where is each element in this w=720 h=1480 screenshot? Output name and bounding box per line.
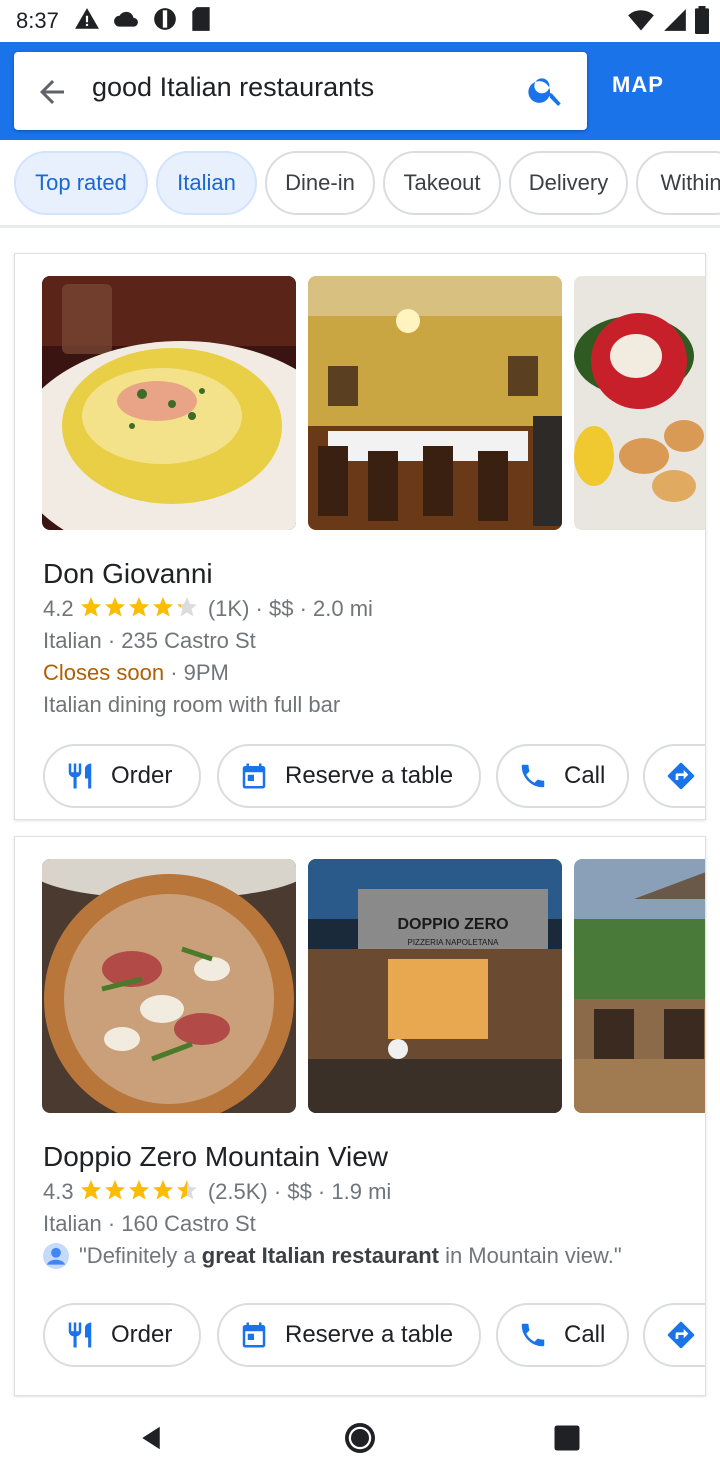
directions-button[interactable] — [643, 744, 705, 808]
search-icon[interactable] — [526, 70, 566, 110]
rating-line: 4.3 (2.5K) · $$ · 1.9 mi — [43, 1179, 392, 1204]
reviewer-avatar-icon — [43, 1243, 69, 1269]
cloud-icon — [114, 11, 138, 27]
open-status: Closes soon — [43, 660, 165, 685]
directions-icon — [667, 762, 695, 790]
order-button[interactable]: Order — [43, 744, 201, 808]
order-label: Order — [111, 1321, 173, 1348]
wifi-icon — [628, 10, 654, 31]
description: Italian dining room with full bar — [43, 692, 341, 717]
chip-takeout[interactable]: Takeout — [383, 151, 501, 215]
directions-button[interactable] — [643, 1303, 705, 1367]
call-label: Call — [564, 1321, 606, 1348]
order-label: Order — [111, 762, 173, 789]
distance: 1.9 mi — [331, 1179, 392, 1204]
phone-icon — [521, 764, 545, 788]
star-rating-icon — [80, 597, 197, 617]
restaurant-name[interactable]: Don Giovanni — [43, 558, 213, 590]
nav-home-icon[interactable] — [342, 1420, 378, 1456]
lens-app-icon — [154, 8, 176, 30]
closing-time: 9PM — [183, 660, 229, 685]
reserve-label: Reserve a table — [285, 1321, 454, 1348]
sd-card-icon — [192, 7, 210, 31]
address: 235 Castro St — [121, 628, 256, 653]
chip-italian[interactable]: Italian — [156, 151, 257, 215]
order-button[interactable]: Order — [43, 1303, 201, 1367]
rating-value: 4.3 — [43, 1179, 74, 1204]
review-count: (1K) — [207, 596, 250, 621]
directions-icon — [667, 1321, 695, 1349]
category: Italian — [43, 628, 102, 653]
calendar-icon — [242, 1322, 266, 1348]
rating-value: 4.2 — [43, 596, 74, 621]
calendar-icon — [242, 763, 266, 789]
address: 160 Castro St — [121, 1211, 256, 1236]
restaurant-name[interactable]: Doppio Zero Mountain View — [43, 1141, 388, 1173]
photo-calamari[interactable] — [574, 276, 705, 530]
photo-storefront[interactable]: DOPPIO ZERO PIZZERIA NAPOLETANA — [308, 859, 562, 1113]
category-line: Italian · 160 Castro St — [43, 1211, 256, 1236]
photo-ravioli[interactable] — [42, 276, 296, 530]
alert-icon — [75, 8, 99, 29]
nav-recents-icon[interactable] — [552, 1422, 582, 1454]
system-nav-bar — [0, 1398, 720, 1480]
search-header: good Italian restaurants MAP — [0, 42, 720, 140]
photo-patio[interactable] — [574, 859, 705, 1113]
review-text-bold: great Italian restaurant — [201, 1243, 439, 1268]
chip-dine-in[interactable]: Dine-in — [265, 151, 375, 215]
filter-chips: Top rated Italian Dine-in Takeout Delive… — [0, 140, 720, 228]
chip-delivery[interactable]: Delivery — [509, 151, 628, 215]
price-level: $$ — [287, 1179, 312, 1204]
chip-within[interactable]: Within — [636, 151, 720, 215]
call-label: Call — [564, 762, 606, 789]
reserve-table-button[interactable]: Reserve a table — [217, 744, 481, 808]
phone-icon — [521, 1323, 545, 1347]
photo-dining-room[interactable] — [308, 276, 562, 530]
reserve-table-button[interactable]: Reserve a table — [217, 1303, 481, 1367]
rating-line: 4.2 (1K) · $$ · 2.0 mi — [43, 596, 373, 621]
price-level: $$ — [268, 596, 294, 621]
storefront-sign: DOPPIO ZERO — [397, 916, 508, 933]
review-snippet: "Definitely a great Italian restaurant i… — [43, 1243, 622, 1269]
restaurant-card[interactable]: Don Giovanni 4.2 (1K) · $$ · 2.0 mi Ital… — [14, 253, 706, 820]
category-line: Italian · 235 Castro St — [43, 628, 256, 653]
restaurant-icon — [68, 1322, 92, 1348]
photo-pizza[interactable] — [42, 859, 296, 1113]
review-text-post: in Mountain view." — [438, 1243, 622, 1268]
back-arrow-icon[interactable] — [34, 74, 70, 110]
map-button[interactable]: MAP — [612, 72, 664, 98]
category: Italian — [43, 1211, 102, 1236]
search-input[interactable]: good Italian restaurants — [92, 72, 374, 103]
restaurant-card[interactable]: DOPPIO ZERO PIZZERIA NAPOLETANA Doppio Z… — [14, 836, 706, 1396]
search-box[interactable]: good Italian restaurants — [14, 52, 587, 130]
reserve-label: Reserve a table — [285, 762, 454, 789]
call-button[interactable]: Call — [496, 744, 629, 808]
status-bar: 8:37 — [0, 0, 720, 42]
hours-line: Closes soon · 9PM — [43, 660, 229, 685]
status-time: 8:37 — [16, 8, 59, 33]
distance: 2.0 mi — [313, 596, 373, 621]
chip-top-rated[interactable]: Top rated — [14, 151, 148, 215]
storefront-sign-sub: PIZZERIA NAPOLETANA — [408, 938, 500, 947]
nav-back-icon[interactable] — [136, 1422, 166, 1454]
review-count: (2.5K) — [207, 1179, 268, 1204]
review-text-pre: "Definitely a — [79, 1243, 202, 1268]
star-rating-icon — [80, 1180, 197, 1200]
battery-icon — [695, 6, 709, 34]
call-button[interactable]: Call — [496, 1303, 629, 1367]
signal-icon — [664, 9, 686, 31]
restaurant-icon — [68, 763, 92, 789]
